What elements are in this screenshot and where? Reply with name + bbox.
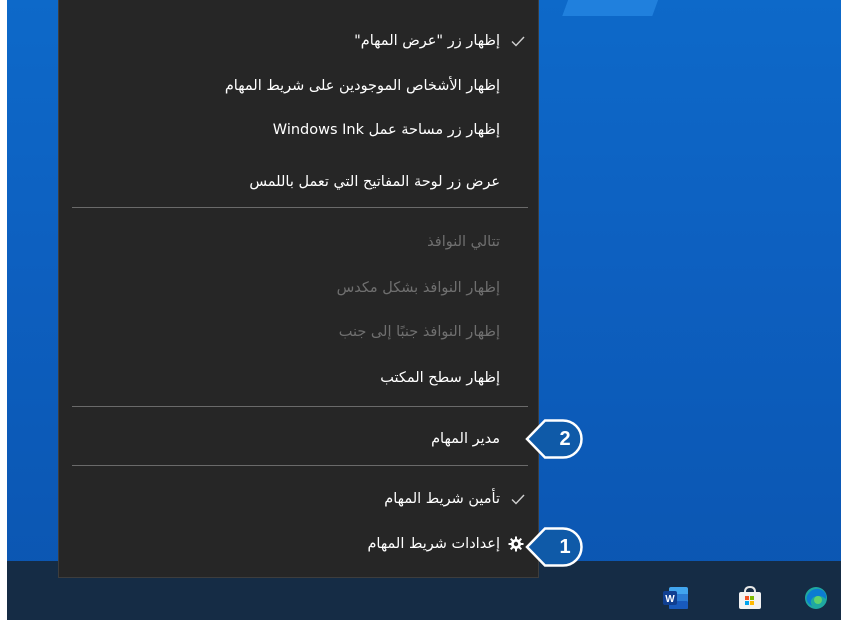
- menu-item-label: إظهار سطح المكتب: [380, 370, 500, 386]
- word-icon[interactable]: W: [663, 586, 689, 610]
- callout-number: 2: [559, 428, 571, 450]
- menu-item-label: إظهار النوافذ بشكل مكدس: [336, 280, 500, 296]
- checkmark-icon: [511, 36, 525, 47]
- checkmark-icon: [511, 494, 525, 505]
- menu-item-label: إظهار النوافذ جنبًا إلى جنب: [338, 324, 500, 340]
- menu-item-label: عرض زر لوحة المفاتيح التي تعمل باللمس: [249, 174, 500, 190]
- menu-item-label: إظهار زر مساحة عمل Windows Ink: [272, 122, 500, 138]
- menu-separator: [72, 465, 528, 466]
- callout-number: 1: [559, 536, 571, 558]
- menu-item-task-manager[interactable]: مدير المهام: [59, 421, 538, 457]
- menu-item-show-windows-ink[interactable]: إظهار زر مساحة عمل Windows Ink: [59, 112, 538, 148]
- menu-item-label: تأمين شريط المهام: [384, 491, 500, 507]
- edge-icon[interactable]: [803, 586, 829, 610]
- menu-item-show-people[interactable]: إظهار الأشخاص الموجودين على شريط المهام: [59, 68, 538, 104]
- menu-item-cascade-windows: تتالي النوافذ: [59, 224, 538, 260]
- menu-item-side-by-side-windows: إظهار النوافذ جنبًا إلى جنب: [59, 314, 538, 350]
- callout-2: 2: [525, 419, 589, 459]
- menu-item-taskbar-settings[interactable]: إعدادات شريط المهام: [59, 526, 538, 562]
- menu-item-label: تتالي النوافذ: [427, 234, 500, 250]
- menu-item-stack-windows: إظهار النوافذ بشكل مكدس: [59, 270, 538, 306]
- menu-item-label: إظهار زر "عرض المهام": [354, 33, 500, 49]
- menu-item-label: إظهار الأشخاص الموجودين على شريط المهام: [224, 78, 500, 94]
- menu-separator: [72, 207, 528, 208]
- menu-item-lock-taskbar[interactable]: تأمين شريط المهام: [59, 481, 538, 517]
- menu-separator: [72, 406, 528, 407]
- menu-item-show-task-view[interactable]: إظهار زر "عرض المهام": [59, 23, 538, 59]
- menu-item-show-touch-keyboard[interactable]: عرض زر لوحة المفاتيح التي تعمل باللمس: [59, 164, 538, 200]
- menu-item-show-desktop[interactable]: إظهار سطح المكتب: [59, 360, 538, 396]
- svg-text:W: W: [665, 594, 675, 605]
- menu-item-label: مدير المهام: [431, 431, 500, 447]
- callout-1: 1: [525, 527, 589, 567]
- gear-icon: [508, 536, 524, 552]
- menu-item-label: إعدادات شريط المهام: [367, 536, 500, 552]
- store-icon[interactable]: [737, 585, 763, 610]
- wallpaper-shape: [562, 0, 662, 16]
- taskbar-context-menu: إظهار زر "عرض المهام" إظهار الأشخاص المو…: [58, 0, 539, 578]
